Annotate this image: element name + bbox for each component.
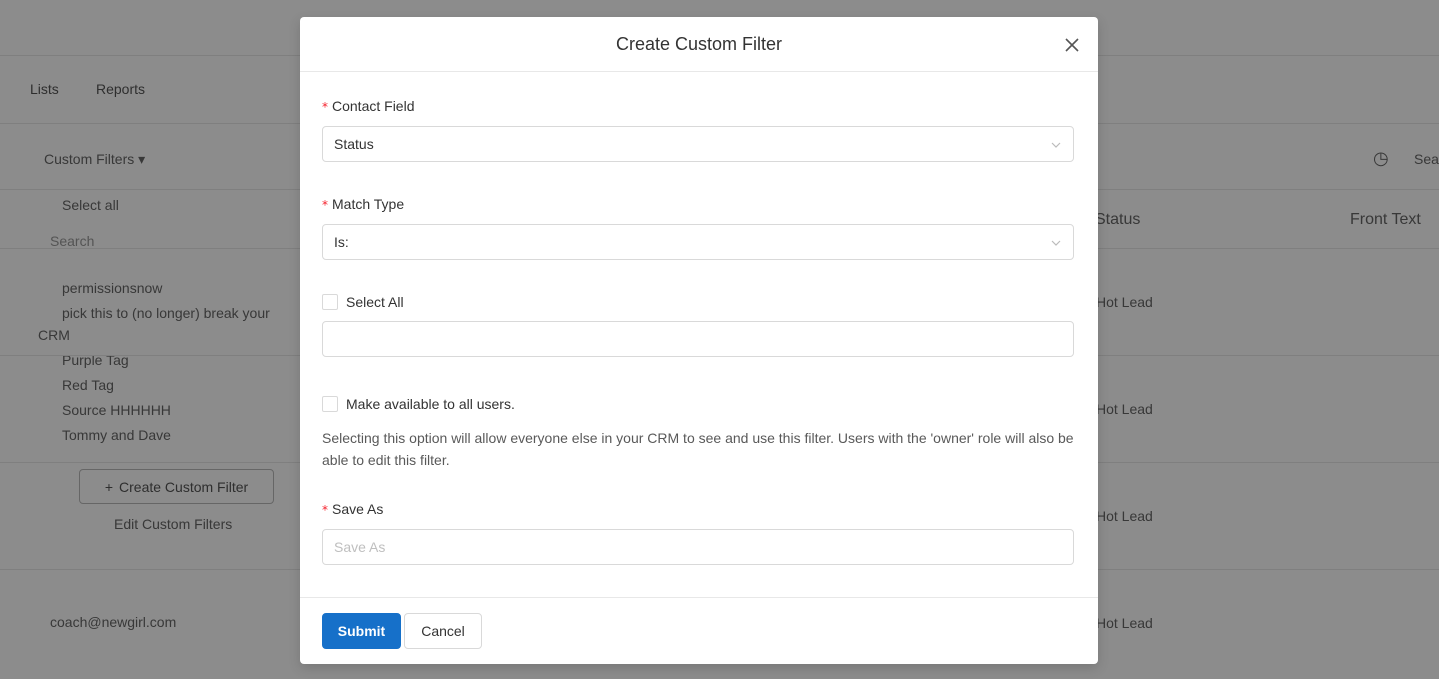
required-mark: * [322, 503, 328, 517]
close-icon[interactable] [1062, 35, 1082, 55]
contact-field-select[interactable]: Status [322, 126, 1074, 162]
contact-field-label: * Contact Field [322, 98, 415, 114]
contact-field-value: Status [334, 136, 374, 152]
required-mark: * [322, 100, 328, 114]
save-as-label: * Save As [322, 501, 384, 517]
select-all-label: Select All [346, 294, 404, 310]
match-type-label: * Match Type [322, 196, 405, 212]
make-available-label: Make available to all users. [346, 396, 515, 412]
make-available-help-text: Selecting this option will allow everyon… [322, 430, 1074, 468]
cancel-button[interactable]: Cancel [404, 613, 482, 649]
chevron-down-icon [1051, 240, 1061, 246]
required-mark: * [322, 198, 328, 212]
modal-footer: Submit Cancel [300, 597, 1098, 664]
match-type-select[interactable]: Is: [322, 224, 1074, 260]
values-input[interactable] [322, 321, 1074, 357]
select-all-checkbox[interactable] [322, 294, 338, 310]
select-all-checkbox-row[interactable]: Select All [322, 294, 404, 310]
chevron-down-icon [1051, 142, 1061, 148]
match-type-value: Is: [334, 234, 349, 250]
make-available-checkbox[interactable] [322, 396, 338, 412]
make-available-checkbox-row[interactable]: Make available to all users. [322, 396, 515, 412]
modal-header: Create Custom Filter [300, 17, 1098, 72]
save-as-input[interactable] [322, 529, 1074, 565]
submit-button[interactable]: Submit [322, 613, 401, 649]
create-custom-filter-modal: Create Custom Filter * Contact Field Stat… [300, 17, 1098, 664]
modal-title: Create Custom Filter [615, 33, 783, 54]
